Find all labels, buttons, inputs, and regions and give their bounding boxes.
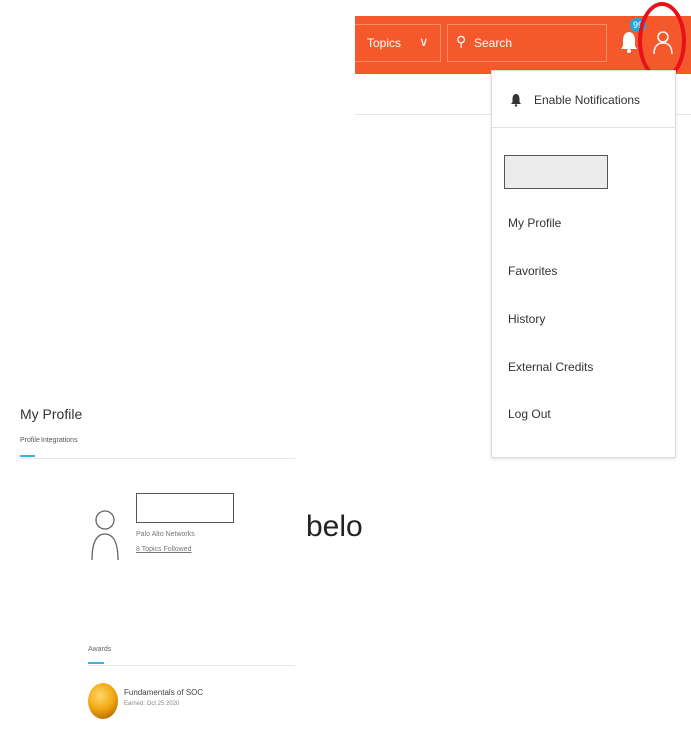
topics-followed-link[interactable]: 8 Topics Followed xyxy=(136,546,192,553)
menu-item-my-profile[interactable]: My Profile xyxy=(508,216,561,230)
search-input[interactable]: ⚲ Search xyxy=(447,24,607,62)
user-dropdown-menu: Enable Notifications My Profile Favorite… xyxy=(491,70,676,458)
company-name: Palo Alto Networks xyxy=(136,531,195,538)
tab-profile[interactable]: Profile xyxy=(20,437,40,444)
award-name: Fundamentals of SOC xyxy=(124,688,204,697)
annotation-text: belo xyxy=(306,510,363,543)
search-icon: ⚲ xyxy=(456,33,467,49)
topics-dropdown[interactable]: Topics ∨ xyxy=(355,24,441,62)
search-placeholder: Search xyxy=(474,36,513,50)
redacted-username xyxy=(504,155,608,189)
chevron-down-icon: ∨ xyxy=(419,34,429,49)
menu-item-external-credits[interactable]: External Credits xyxy=(508,360,593,374)
page-title: My Profile xyxy=(20,406,83,422)
awards-tab-indicator xyxy=(88,662,104,664)
awards-heading: Awards xyxy=(88,646,112,653)
tab-integrations[interactable]: Integrations xyxy=(41,437,78,444)
award-earned-date: Earned: Oct 25 2020 xyxy=(124,701,180,707)
menu-divider xyxy=(492,127,675,128)
bell-icon xyxy=(511,94,521,107)
menu-item-log-out[interactable]: Log Out xyxy=(508,407,551,421)
enable-notifications-label: Enable Notifications xyxy=(534,93,641,107)
menu-item-history[interactable]: History xyxy=(508,312,545,326)
highlight-circle-annotation xyxy=(638,2,686,80)
redacted-profile-name xyxy=(136,493,234,523)
bell-icon[interactable] xyxy=(620,30,638,54)
active-tab-indicator xyxy=(20,455,35,457)
topics-label: Topics xyxy=(367,36,402,50)
tabs-divider xyxy=(20,458,295,459)
avatar-icon xyxy=(91,510,119,561)
award-badge-icon xyxy=(88,683,118,719)
menu-item-favorites[interactable]: Favorites xyxy=(508,264,557,278)
awards-divider xyxy=(88,665,295,666)
